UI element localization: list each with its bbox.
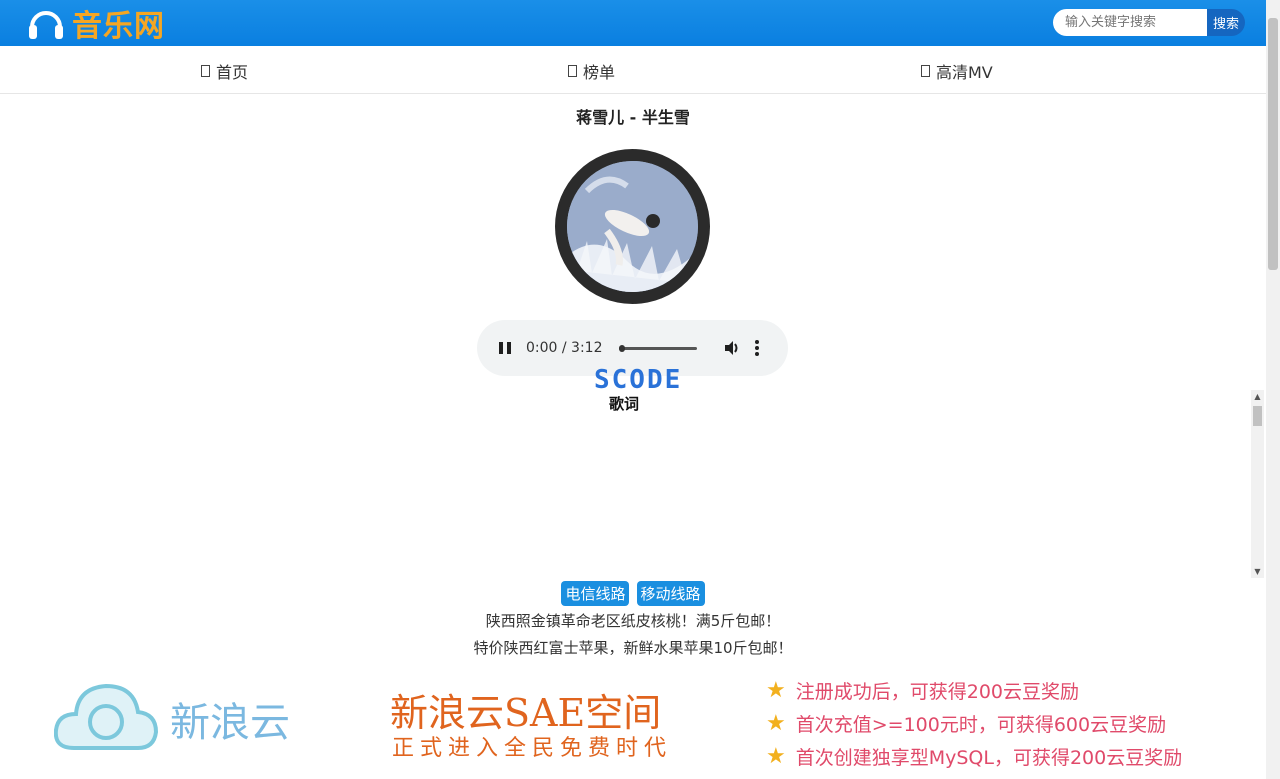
volume-icon[interactable]	[723, 339, 741, 357]
perk-text: 首次充值>=100元时，可获得600云豆奖励	[795, 714, 1167, 736]
search-box: 搜索	[1053, 9, 1245, 36]
ad-link-apple[interactable]: 特价陕西红富士苹果，新鲜水果苹果10斤包邮！	[0, 637, 1266, 658]
star-icon: ★	[766, 711, 786, 736]
brand-name: 新浪云	[170, 700, 290, 746]
main-nav: 首页 榜单 高清MV	[0, 46, 1266, 94]
page-scrollbar[interactable]	[1266, 0, 1280, 779]
line-selector: 电信线路 移动线路	[0, 581, 1266, 606]
promo-subtitle: 正式进入全民免费时代	[392, 736, 673, 761]
perk-text: 首次创建独享型MySQL，可获得200云豆奖励	[795, 747, 1183, 769]
perk-item: ★ 首次创建独享型MySQL，可获得200云豆奖励	[766, 740, 1182, 773]
lyrics-scrollbar[interactable]: ▲ ▼	[1251, 390, 1264, 578]
promo-title: 新浪云SAE空间	[390, 691, 662, 735]
site-logo[interactable]: 音乐网	[26, 3, 165, 44]
perk-list: ★ 注册成功后，可获得200云豆奖励 ★ 首次充值>=100元时，可获得600云豆奖…	[766, 674, 1182, 773]
scroll-thumb[interactable]	[1253, 406, 1262, 426]
nav-item-label: 首页	[216, 63, 249, 82]
page: 音乐网 搜索 首页 榜单 高清MV 蒋雪儿 - 半生雪	[0, 0, 1280, 779]
cloud-icon	[54, 683, 158, 750]
star-icon: ★	[766, 678, 786, 703]
perk-item: ★ 注册成功后，可获得200云豆奖励	[766, 674, 1182, 707]
pause-icon[interactable]	[499, 342, 511, 354]
search-input[interactable]	[1053, 9, 1207, 36]
headphones-icon	[29, 11, 63, 39]
chart-icon	[568, 65, 577, 77]
album-art	[567, 161, 698, 292]
telecom-line-button[interactable]: 电信线路	[561, 581, 630, 606]
scroll-down-icon[interactable]: ▼	[1251, 565, 1264, 578]
more-options-icon[interactable]	[754, 340, 759, 356]
lyrics-heading: 歌词	[609, 395, 640, 413]
home-icon	[201, 65, 210, 77]
album-disc	[555, 149, 710, 304]
sae-banner[interactable]: 新浪云 新浪云SAE空间 正式进入全民免费时代 ★ 注册成功后，可获得200云豆奖…	[30, 670, 1240, 779]
song-title: 蒋雪儿 - 半生雪	[576, 108, 690, 127]
perk-item: ★ 首次充值>=100元时，可获得600云豆奖励	[766, 707, 1182, 740]
nav-item-charts[interactable]: 榜单	[568, 59, 615, 83]
video-icon	[921, 65, 930, 77]
star-icon: ★	[766, 744, 786, 769]
nav-item-mv[interactable]: 高清MV	[921, 59, 993, 83]
nav-item-label: 榜单	[583, 63, 616, 82]
mobile-line-button[interactable]: 移动线路	[636, 581, 705, 606]
ad-link-walnut[interactable]: 陕西照金镇革命老区纸皮核桃！满5斤包邮！	[0, 610, 1266, 631]
progress-knob[interactable]	[618, 344, 625, 352]
scroll-up-icon[interactable]: ▲	[1251, 390, 1264, 403]
nav-item-home[interactable]: 首页	[201, 59, 248, 83]
album-cover	[567, 161, 698, 292]
search-button[interactable]: 搜索	[1207, 9, 1245, 36]
perk-text: 注册成功后，可获得200云豆奖励	[795, 681, 1080, 703]
page-scroll-thumb[interactable]	[1268, 18, 1278, 270]
time-display: 0:00 / 3:12	[526, 340, 603, 356]
logo-text: 音乐网	[72, 9, 165, 44]
watermark-logo: SCODE	[594, 365, 683, 395]
top-bar: 音乐网 搜索	[0, 0, 1266, 46]
nav-item-label: 高清MV	[936, 63, 993, 82]
progress-slider[interactable]	[618, 344, 697, 352]
